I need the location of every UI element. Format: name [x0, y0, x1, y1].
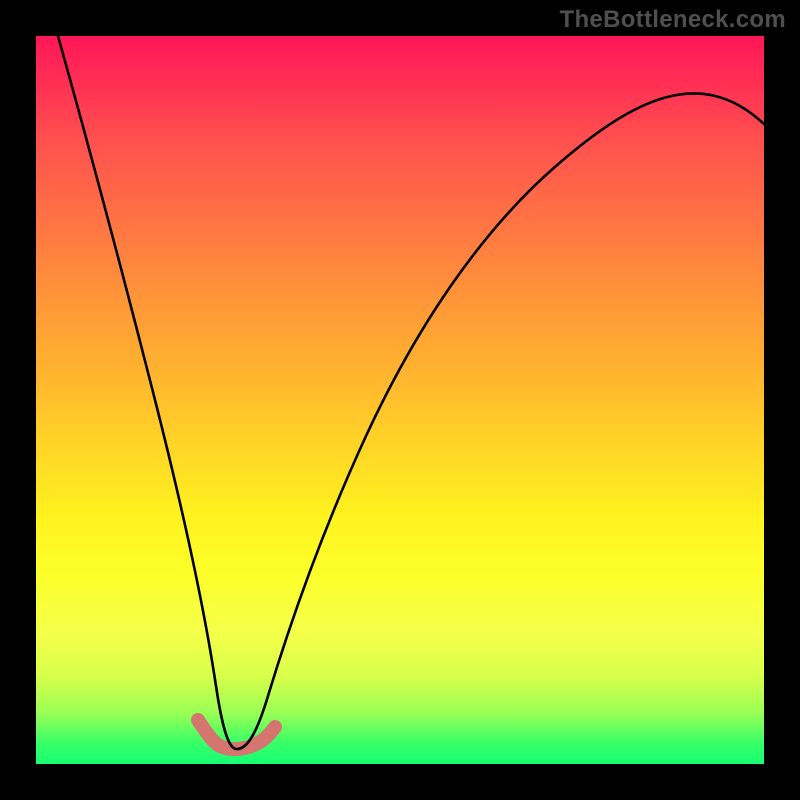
outer-frame: TheBottleneck.com — [0, 0, 800, 800]
main-curve — [58, 36, 764, 749]
bottom-arc-highlight — [198, 720, 275, 749]
watermark-text: TheBottleneck.com — [560, 6, 786, 34]
curve-overlay — [36, 36, 764, 764]
